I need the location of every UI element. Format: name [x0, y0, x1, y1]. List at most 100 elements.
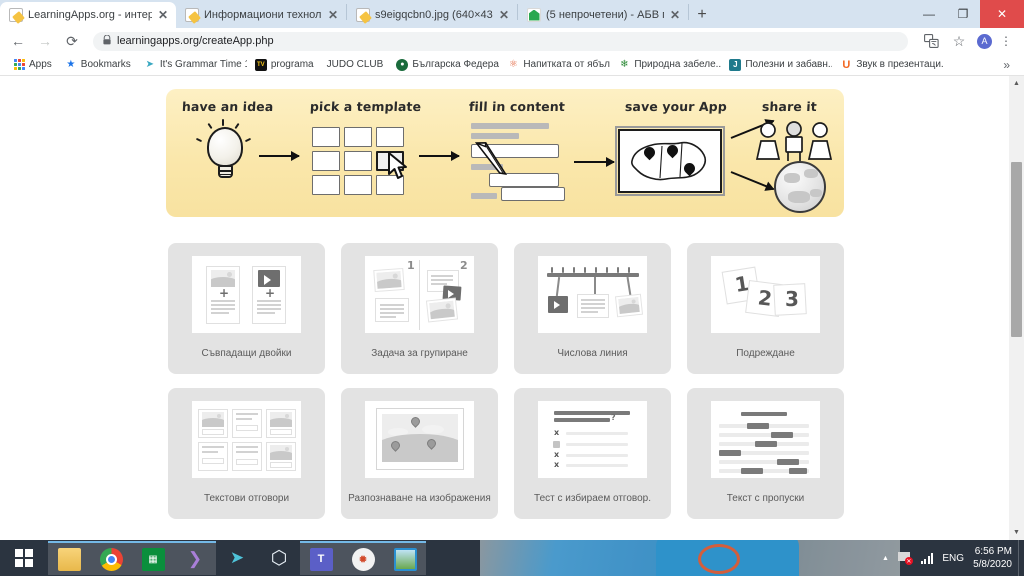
- close-icon[interactable]: ✕: [669, 9, 681, 21]
- template-gallery: + + Съвпадащи двойки 1 2 Задача за групи…: [168, 243, 844, 533]
- bookmark-label: JUDO CLUB: [326, 59, 384, 70]
- template-card-number-line[interactable]: Числова линия: [514, 243, 671, 374]
- close-icon[interactable]: ✕: [327, 9, 339, 21]
- template-card-matching-pairs[interactable]: + + Съвпадащи двойки: [168, 243, 325, 374]
- translate-icon[interactable]: [921, 31, 941, 51]
- close-button[interactable]: ✕: [980, 0, 1024, 28]
- browser-tab-1[interactable]: Информациони технологии 7 к ✕: [176, 2, 346, 28]
- taskbar-item-microsoft-teams[interactable]: T: [300, 541, 342, 575]
- clock[interactable]: 6:56 PM 5/8/2020: [973, 545, 1012, 571]
- photos-icon: [393, 547, 417, 571]
- cloze-text-thumb: [711, 401, 820, 478]
- taskbar-item-telegram[interactable]: ➤: [216, 541, 258, 575]
- scroll-down-icon[interactable]: ▼: [1009, 525, 1024, 540]
- template-card-label: Разпознаване на изображения: [348, 493, 491, 504]
- desktop-wallpaper-showthrough: [480, 540, 900, 576]
- banner-arrow-1: [259, 151, 300, 161]
- bookmarks-overflow-icon[interactable]: »: [1003, 58, 1016, 72]
- template-card-cloze-text[interactable]: Текст с пропуски: [687, 388, 844, 519]
- taskbar-item-3d-viewer[interactable]: ⬡: [258, 541, 300, 575]
- bookmark-apple-drink[interactable]: ⚛ Напитката от ябъл...: [502, 57, 610, 73]
- how-it-works-banner: have an idea pick a template fill in con…: [166, 89, 844, 217]
- action-center-flag-icon[interactable]: ✕: [897, 552, 913, 565]
- template-card-label: Текст с пропуски: [726, 493, 805, 504]
- browser-tab-3[interactable]: (5 непрочетени) - АБВ поща ✕: [518, 2, 688, 28]
- bookmark-grammar-time[interactable]: ➤ It's Grammar Time 1: [139, 57, 247, 73]
- bookmark-label: programa: [270, 59, 314, 70]
- lightbulb-icon: [195, 119, 252, 179]
- system-tray: ▲ ✕ ENG 6:56 PM 5/8/2020: [882, 540, 1024, 576]
- chrome-browser-window: LearningApps.org - интерактивн ✕ Информа…: [0, 0, 1024, 540]
- judo-icon: ●: [396, 58, 409, 71]
- bookmark-bookmarks[interactable]: ★ Bookmarks: [60, 57, 136, 73]
- chrome-icon: [99, 547, 123, 571]
- bookmark-judo-club[interactable]: JUDO CLUB: [322, 57, 389, 72]
- document-icon: [356, 8, 370, 22]
- taskbar-item-visual-studio[interactable]: ❯: [174, 541, 216, 575]
- bookmark-programa[interactable]: TV programa: [250, 57, 319, 73]
- template-card-group-assignment[interactable]: 1 2 Задача за групиране: [341, 243, 498, 374]
- back-icon[interactable]: ←: [8, 31, 28, 51]
- document-icon: [185, 8, 199, 22]
- ordering-thumb: 1 2 3: [711, 256, 820, 333]
- bookmark-apps[interactable]: Apps: [8, 57, 57, 73]
- browser-tab-2[interactable]: s9eigqcbn0.jpg (640×439) ✕: [347, 2, 517, 28]
- avatar[interactable]: A: [977, 33, 992, 49]
- maximize-button[interactable]: ❐: [946, 0, 980, 28]
- minimize-button[interactable]: —: [912, 0, 946, 28]
- u-icon: U: [842, 58, 851, 71]
- show-desktop-button[interactable]: [1018, 540, 1024, 576]
- star-icon: ★: [66, 59, 76, 70]
- multiple-choice-thumb: ? x x x: [538, 401, 647, 478]
- clock-time: 6:56 PM: [974, 546, 1012, 557]
- browser-menu-icon[interactable]: ⋮: [1000, 35, 1012, 47]
- language-indicator[interactable]: ENG: [942, 553, 964, 564]
- visual-studio-icon: ❯: [187, 549, 203, 568]
- template-card-ordering[interactable]: 1 2 3 Подреждане: [687, 243, 844, 374]
- saved-app-map-illustration: [615, 126, 725, 196]
- leaf-icon: ❄: [620, 59, 629, 70]
- taskbar-item-calculator[interactable]: ▦: [132, 541, 174, 575]
- banner-step-fill-in-content: fill in content: [469, 99, 566, 114]
- reload-icon[interactable]: ⟳: [62, 31, 82, 51]
- page-scrollbar[interactable]: ▲ ▼: [1009, 76, 1024, 540]
- network-signal-icon[interactable]: [920, 552, 934, 564]
- template-card-label: Задача за групиране: [371, 348, 468, 359]
- template-card-image-recognition[interactable]: Разпознаване на изображения: [341, 388, 498, 519]
- browser-tab-0[interactable]: LearningApps.org - интерактивн ✕: [0, 2, 176, 28]
- scrollbar-thumb[interactable]: [1011, 162, 1022, 337]
- bookmark-label: Българска Федера...: [412, 59, 500, 70]
- scroll-up-icon[interactable]: ▲: [1009, 76, 1024, 91]
- apple-icon: ⚛: [508, 59, 518, 70]
- globe-icon: [774, 161, 826, 213]
- address-bar[interactable]: learningapps.org/createApp.php: [93, 31, 908, 51]
- page-viewport: have an idea pick a template fill in con…: [0, 76, 1024, 540]
- template-card-multiple-choice[interactable]: ? x x x Тест с избираем отговор.: [514, 388, 671, 519]
- apps-grid-icon: [13, 58, 25, 71]
- banner-arrow-2: [419, 151, 460, 161]
- close-icon[interactable]: ✕: [157, 9, 169, 21]
- taskbar-item-paint[interactable]: ✹: [342, 541, 384, 575]
- taskbar-item-photos[interactable]: [384, 541, 426, 575]
- taskbar-item-file-explorer[interactable]: [48, 541, 90, 575]
- bookmark-bulgarian-federation[interactable]: ● Българска Федера...: [391, 57, 499, 73]
- tv-icon: TV: [254, 58, 267, 71]
- document-icon: [9, 8, 23, 22]
- tray-expand-icon[interactable]: ▲: [882, 555, 889, 562]
- bookmark-label: Природна забеле...: [634, 59, 722, 70]
- windows-taskbar: ▦ ❯ ➤ ⬡ T ✹ ▲ ✕ ENG 6:56 PM 5/8/2020: [0, 540, 1024, 576]
- new-tab-button[interactable]: +: [689, 2, 715, 28]
- bookmark-useful-fun[interactable]: J Полезни и забавн...: [724, 57, 832, 73]
- bookmark-sound-presentation[interactable]: U Звук в презентаци...: [835, 57, 943, 73]
- forward-icon[interactable]: →: [35, 31, 55, 51]
- taskbar-item-google-chrome[interactable]: [90, 541, 132, 575]
- template-card-text-answers[interactable]: Текстови отговори: [168, 388, 325, 519]
- banner-arrow-4b: [730, 171, 775, 191]
- group-assignment-thumb: 1 2: [365, 256, 474, 333]
- bookmark-nature-landmark[interactable]: ❄ Природна забеле...: [613, 57, 721, 73]
- bookmark-star-icon[interactable]: ☆: [949, 31, 969, 51]
- bookmark-label: It's Grammar Time 1: [159, 59, 247, 70]
- start-button[interactable]: [0, 540, 48, 576]
- close-icon[interactable]: ✕: [498, 9, 510, 21]
- banner-step-title: share it: [761, 99, 818, 114]
